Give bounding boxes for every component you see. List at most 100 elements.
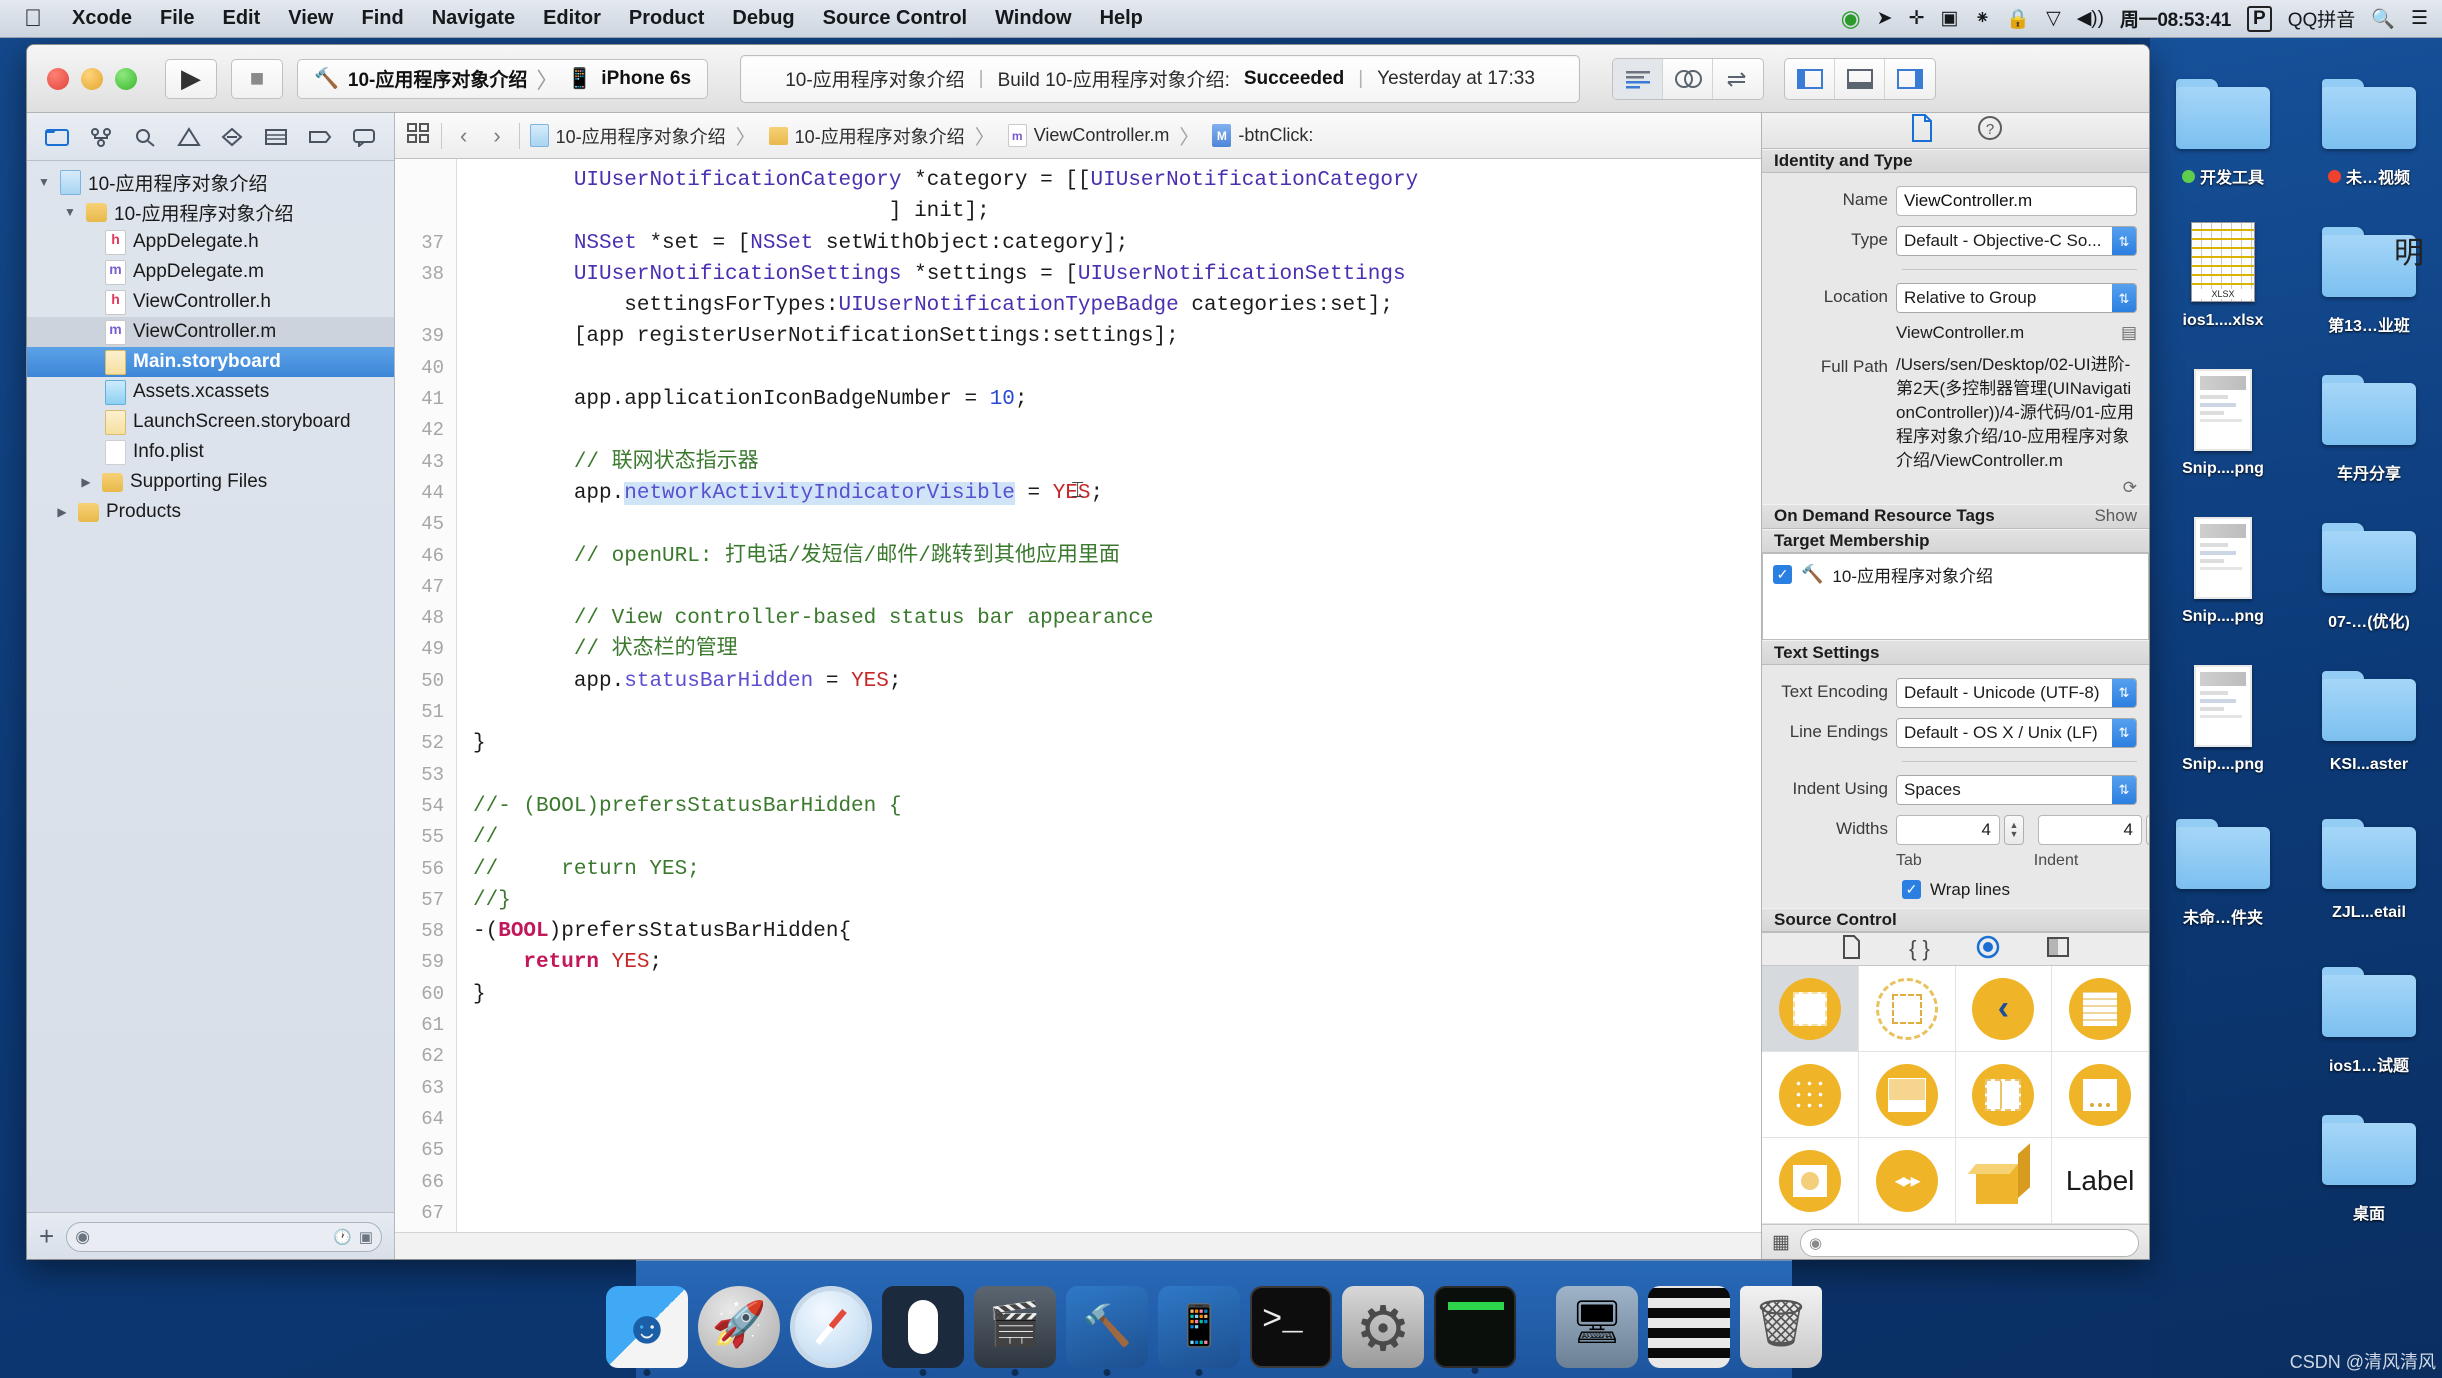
desktop-icon[interactable]: 07-…(优化) xyxy=(2296,504,2442,652)
code-line[interactable] xyxy=(473,1104,1761,1135)
code-line[interactable]: app.statusBarHidden = YES; xyxy=(473,666,1761,697)
storyboard-reference-object[interactable] xyxy=(1858,966,1956,1053)
glkit-view-controller-object[interactable] xyxy=(1762,1138,1859,1225)
indent-width-value[interactable]: 4 xyxy=(2038,814,2142,845)
tree-row-appdelegate-h[interactable]: h AppDelegate.h xyxy=(27,227,394,257)
symbol-navigator-tab[interactable] xyxy=(127,121,163,153)
code-snippet-library-tab[interactable]: { } xyxy=(1909,936,1930,962)
code-line[interactable] xyxy=(473,1198,1761,1229)
back-button[interactable]: ‹ xyxy=(452,123,475,149)
object-cube[interactable] xyxy=(1955,1138,2053,1225)
tree-row-main-storyboard[interactable]: Main.storyboard xyxy=(27,347,394,377)
related-items-icon[interactable] xyxy=(407,122,431,149)
bluetooth-icon[interactable]: ✛ xyxy=(1909,7,1925,30)
utilities-toggle-icon[interactable] xyxy=(1885,59,1935,99)
grid-view-icon[interactable]: ▦ xyxy=(1772,1231,1790,1254)
object-library-tab[interactable] xyxy=(1976,935,2000,964)
code-line[interactable]: -(BOOL)prefersStatusBarHidden{ xyxy=(473,916,1761,947)
code-line[interactable]: UIUserNotificationCategory *category = [… xyxy=(473,165,1761,196)
tree-row-project[interactable]: ▼ 10-应用程序对象介绍 xyxy=(27,167,394,197)
code-line[interactable]: //- (BOOL)prefersStatusBarHidden { xyxy=(473,791,1761,822)
code-line[interactable] xyxy=(473,572,1761,603)
breadcrumb-item-symbol[interactable]: M -btnClick: xyxy=(1212,124,1313,147)
code-line[interactable] xyxy=(473,353,1761,384)
code-line[interactable]: app.applicationIconBadgeNumber = 10; xyxy=(473,384,1761,415)
menu-product[interactable]: Product xyxy=(615,7,719,30)
avkit-player-controller-object[interactable]: ◂▸▸ xyxy=(1858,1138,1956,1225)
wifi-icon[interactable]: ▽ xyxy=(2046,7,2061,30)
code-line[interactable]: //} xyxy=(473,885,1761,916)
code-line[interactable] xyxy=(473,1041,1761,1072)
code-line[interactable]: ] init]; xyxy=(473,196,1761,227)
safari-dock-icon[interactable] xyxy=(790,1286,872,1368)
location-popup[interactable]: Relative to Group ⇅ xyxy=(1896,283,2137,314)
tree-row-assets[interactable]: Assets.xcassets xyxy=(27,377,394,407)
line-endings-popup[interactable]: Default - OS X / Unix (LF) ⇅ xyxy=(1896,717,2137,748)
menu-window[interactable]: Window xyxy=(981,7,1085,30)
code-line[interactable]: app.networkActivityIndicatorVisible = YE… xyxy=(473,478,1761,509)
standard-editor-icon[interactable] xyxy=(1613,58,1664,99)
target-membership-row[interactable]: ✓ 🔨 10-应用程序对象介绍 xyxy=(1763,554,2148,595)
code-line[interactable] xyxy=(473,1073,1761,1104)
file-template-library-tab[interactable] xyxy=(1841,934,1863,964)
target-membership-list[interactable]: ✓ 🔨 10-应用程序对象介绍 xyxy=(1762,553,2149,641)
wrap-lines-checkbox[interactable]: ✓ xyxy=(1902,880,1921,900)
quick-help-inspector-tab[interactable]: ? xyxy=(1977,114,2003,147)
notification-center-icon[interactable]: ☰ xyxy=(2411,7,2428,30)
on-demand-resource-tags-header[interactable]: On Demand Resource Tags Show xyxy=(1762,504,2149,529)
menu-edit[interactable]: Edit xyxy=(208,7,274,30)
desktop-icon[interactable]: Snip....png xyxy=(2150,504,2296,652)
test-navigator-tab[interactable] xyxy=(214,121,250,153)
menu-find[interactable]: Find xyxy=(347,7,417,30)
forward-button[interactable]: › xyxy=(485,123,508,149)
debug-navigator-tab[interactable] xyxy=(258,121,294,153)
library-search-field[interactable]: ◉ xyxy=(1799,1228,2139,1257)
indent-using-popup[interactable]: Spaces ⇅ xyxy=(1896,774,2137,805)
desktop-icon[interactable]: 未命…件夹 xyxy=(2150,800,2296,948)
tree-row-viewcontroller-h[interactable]: h ViewController.h xyxy=(27,287,394,317)
navigator-filter-field[interactable]: ◉ 🕐 ▣ xyxy=(66,1221,382,1252)
desktop-icon[interactable]: 开发工具 xyxy=(2150,60,2296,208)
tab-bar-controller-object[interactable] xyxy=(1858,1052,1956,1139)
text-settings-header[interactable]: Text Settings xyxy=(1762,640,2149,665)
breadcrumb-item-group[interactable]: 10-应用程序对象介绍 〉 xyxy=(768,121,998,150)
desktop-icon[interactable]: ZJL...etail xyxy=(2296,800,2442,948)
file-inspector-tab[interactable] xyxy=(1909,113,1935,147)
code-line[interactable] xyxy=(473,1135,1761,1166)
apple-menu-icon[interactable]:  xyxy=(14,5,58,33)
screen-sharing-dock-icon[interactable] xyxy=(1556,1286,1638,1368)
source-control-navigator-tab[interactable] xyxy=(83,121,119,153)
code-line[interactable] xyxy=(473,697,1761,728)
code-line[interactable]: NSSet *set = [NSSet setWithObject:catego… xyxy=(473,228,1761,259)
stop-button[interactable]: ■ xyxy=(231,58,283,99)
choose-folder-icon[interactable]: ▤ xyxy=(2121,323,2137,343)
collection-view-controller-object[interactable] xyxy=(1762,1052,1859,1139)
xcode-dock-icon[interactable] xyxy=(1066,1286,1148,1376)
code-line[interactable] xyxy=(473,1010,1761,1041)
trash-dock-icon[interactable] xyxy=(1740,1286,1822,1368)
tree-row-supporting-files[interactable]: ▶ Supporting Files xyxy=(27,467,394,497)
code-line[interactable]: settingsForTypes:UIUserNotificationTypeB… xyxy=(473,290,1761,321)
page-view-controller-object[interactable] xyxy=(2052,1052,2149,1139)
stepper-arrows-icon[interactable]: ▲▼ xyxy=(2146,814,2149,845)
show-tags-button[interactable]: Show xyxy=(2094,506,2137,526)
breadcrumb-item-file[interactable]: m ViewController.m 〉 xyxy=(1007,121,1203,150)
tree-row-products[interactable]: ▶ Products xyxy=(27,497,394,527)
launchpad-dock-icon[interactable] xyxy=(698,1286,780,1368)
finder-dock-icon[interactable] xyxy=(606,1286,688,1376)
tree-row-appdelegate-m[interactable]: m AppDelegate.m xyxy=(27,257,394,287)
code-line[interactable]: UIUserNotificationSettings *settings = [… xyxy=(473,259,1761,290)
code-line[interactable]: // xyxy=(473,822,1761,853)
video-icon[interactable]: ▣ xyxy=(1941,7,1959,30)
minimize-button[interactable] xyxy=(81,67,103,90)
code-line[interactable]: // return YES; xyxy=(473,854,1761,885)
code-line[interactable]: [app registerUserNotificationSettings:se… xyxy=(473,321,1761,352)
target-membership-header[interactable]: Target Membership xyxy=(1762,528,2149,554)
stepper-arrows-icon[interactable]: ▲▼ xyxy=(2004,814,2024,845)
desktop-icon[interactable]: KSI...aster xyxy=(2296,652,2442,800)
menu-xcode[interactable]: Xcode xyxy=(58,7,146,30)
search-icon[interactable]: 🔍 xyxy=(2371,7,2395,31)
project-navigator-tree[interactable]: ▼ 10-应用程序对象介绍 ▼ 10-应用程序对象介绍 h AppDelegat… xyxy=(27,161,394,1212)
debug-area-toggle-icon[interactable] xyxy=(1835,58,1886,99)
disclosure-triangle-icon[interactable]: ▼ xyxy=(61,205,79,219)
